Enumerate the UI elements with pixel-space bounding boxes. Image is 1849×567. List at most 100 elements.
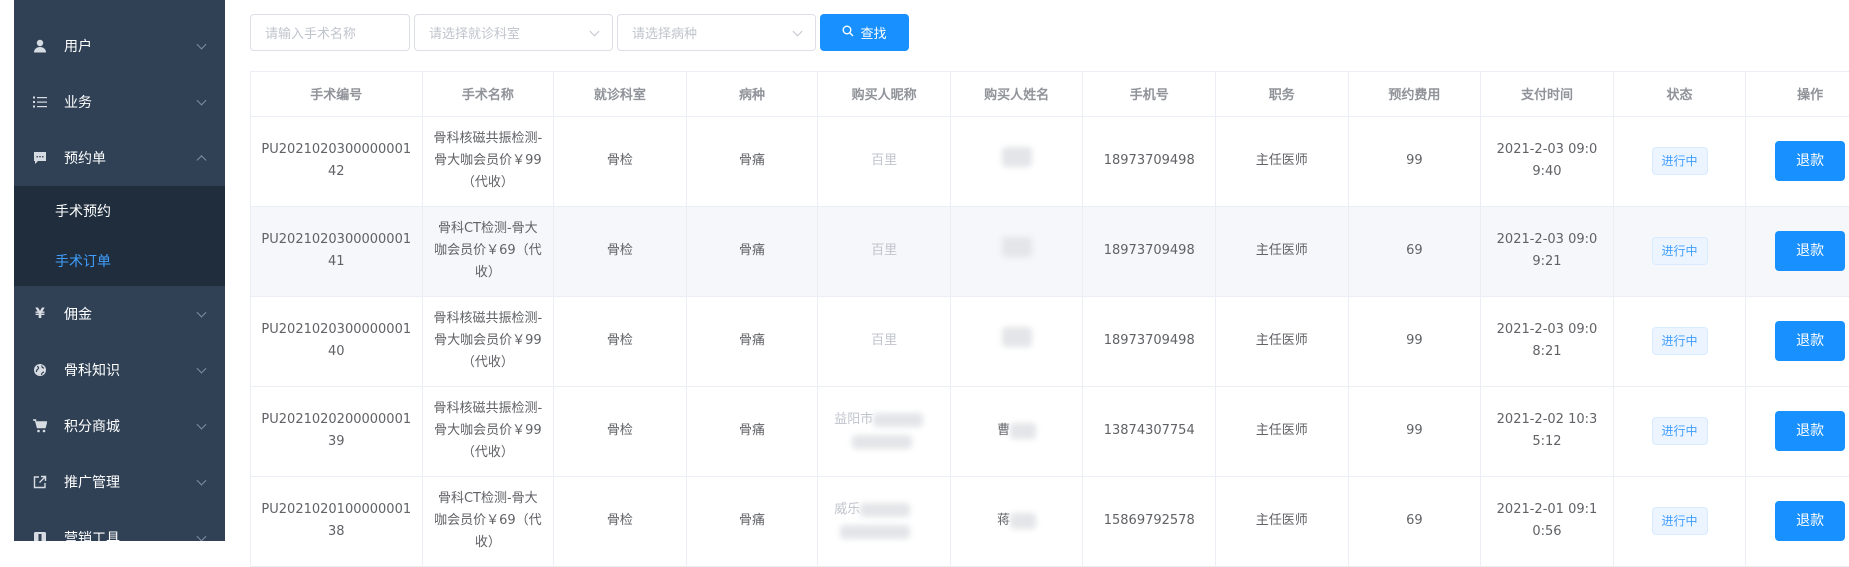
disease-cell: 骨痛	[686, 386, 819, 477]
column-header: 手术名称	[422, 72, 555, 117]
buyer-name-cell	[950, 116, 1084, 207]
main-content: 请输入手术名称 请选择就诊科室 请选择病种 查找 手术编号 手术名称 就诊科室 …	[225, 0, 1849, 567]
buyer-name-cell	[950, 206, 1084, 297]
table-header-row: 手术编号 手术名称 就诊科室 病种 购买人昵称 购买人姓名 手机号 职务 预约费…	[251, 72, 1849, 117]
buyer-name-cell: 蒋	[950, 476, 1084, 567]
department-cell: 骨检	[553, 116, 687, 207]
buyer-nickname-cell: 益阳市	[817, 386, 951, 477]
paid-time-cell: 2021-2-03 09:08:21	[1480, 296, 1614, 387]
surgery-name-input[interactable]: 请输入手术名称	[250, 14, 410, 51]
refund-button[interactable]: 退款	[1775, 411, 1846, 451]
surgery-name-cell: 骨科核磁共振检测-骨大咖会员价￥99（代收）	[422, 116, 555, 207]
phone-cell: 18973709498	[1082, 206, 1217, 297]
action-cell: 退款	[1745, 206, 1849, 297]
title-cell: 主任医师	[1215, 206, 1349, 297]
column-header: 操作	[1745, 72, 1849, 117]
redacted-nickname	[840, 524, 911, 539]
title-cell: 主任医师	[1215, 116, 1349, 207]
sidebar-item-knowledge[interactable]: 骨科知识	[14, 342, 225, 398]
appointments-submenu: 手术预约 手术订单	[14, 186, 225, 286]
external-link-icon	[32, 474, 48, 490]
sidebar-subitem-surgery-orders[interactable]: 手术订单	[14, 236, 225, 286]
buyer-name-cell: 曹	[950, 386, 1084, 477]
surgery-id-cell: PU202102020000000139	[251, 386, 423, 477]
sidebar-item-business[interactable]: 业务	[14, 74, 225, 130]
table-row: PU202102030000000140 骨科核磁共振检测-骨大咖会员价￥99（…	[251, 296, 1849, 387]
disease-cell: 骨痛	[686, 206, 819, 297]
table-row: PU202102010000000138 骨科CT检测-骨大咖会员价￥69（代收…	[251, 476, 1849, 567]
search-icon	[842, 25, 854, 41]
department-cell: 骨检	[553, 296, 687, 387]
buyer-name-cell	[950, 296, 1084, 387]
redacted-name	[1001, 237, 1032, 257]
surgery-id-cell: PU202102030000000140	[251, 296, 423, 387]
surgery-name-cell: 骨科核磁共振检测-骨大咖会员价￥99（代收）	[422, 386, 555, 477]
surgery-name-cell: 骨科核磁共振检测-骨大咖会员价￥99（代收）	[422, 296, 555, 387]
refund-button[interactable]: 退款	[1775, 501, 1846, 541]
buyer-nickname-cell: 百里	[817, 116, 951, 207]
title-cell: 主任医师	[1215, 386, 1349, 477]
sidebar-item-points-mall[interactable]: 积分商城	[14, 398, 225, 454]
phone-cell: 18973709498	[1082, 116, 1217, 207]
title-cell: 主任医师	[1215, 476, 1349, 567]
globe-icon	[32, 362, 48, 378]
sidebar-item-label: 积分商城	[64, 419, 120, 435]
orders-table: 手术编号 手术名称 就诊科室 病种 购买人昵称 购买人姓名 手机号 职务 预约费…	[250, 71, 1849, 567]
column-header: 购买人姓名	[950, 72, 1084, 117]
sidebar-item-label: 推广管理	[64, 475, 120, 491]
sidebar-item-users[interactable]: 用户	[14, 18, 225, 74]
status-cell: 进行中	[1613, 476, 1747, 567]
sidebar-subitem-surgery-booking[interactable]: 手术预约	[14, 186, 225, 236]
search-button-label: 查找	[860, 27, 887, 42]
user-icon	[32, 38, 48, 54]
chat-icon	[32, 150, 48, 166]
column-header: 就诊科室	[553, 72, 687, 117]
paid-time-cell: 2021-2-03 09:09:21	[1480, 206, 1614, 297]
fee-cell: 69	[1348, 206, 1482, 297]
action-cell: 退款	[1745, 296, 1849, 387]
buyer-nickname-cell: 百里	[817, 296, 951, 387]
sidebar-item-marketing-tools[interactable]: 营销工具	[14, 510, 225, 541]
redacted-name	[1010, 512, 1037, 529]
column-header: 职务	[1215, 72, 1349, 117]
cart-icon	[32, 418, 48, 434]
sidebar-item-promotion[interactable]: 推广管理	[14, 454, 225, 510]
redacted-nickname	[852, 434, 913, 449]
refund-button[interactable]: 退款	[1775, 141, 1846, 181]
nickname-text: 威乐	[834, 502, 861, 517]
status-badge: 进行中	[1651, 237, 1708, 265]
select-placeholder: 请选择病种	[632, 27, 698, 42]
disease-cell: 骨痛	[686, 296, 819, 387]
buyer-name-text: 蒋	[997, 513, 1011, 528]
disease-select[interactable]: 请选择病种	[617, 14, 816, 51]
department-cell: 骨检	[553, 206, 687, 297]
department-cell: 骨检	[553, 386, 687, 477]
refund-button[interactable]: 退款	[1775, 321, 1846, 361]
status-badge: 进行中	[1651, 417, 1708, 445]
fee-cell: 99	[1348, 296, 1482, 387]
sidebar-item-label: 骨科知识	[64, 363, 120, 379]
column-header: 手术编号	[251, 72, 423, 117]
department-select[interactable]: 请选择就诊科室	[414, 14, 613, 51]
phone-cell: 15869792578	[1082, 476, 1217, 567]
sidebar-item-label: 预约单	[64, 151, 106, 167]
status-badge: 进行中	[1651, 327, 1708, 355]
redacted-nickname	[873, 412, 924, 427]
surgery-name-cell: 骨科CT检测-骨大咖会员价￥69（代收）	[422, 206, 555, 297]
fee-cell: 99	[1348, 386, 1482, 477]
column-header: 手机号	[1082, 72, 1217, 117]
search-button[interactable]: 查找	[820, 14, 909, 51]
chevron-down-icon	[196, 307, 207, 318]
yen-icon: ¥	[35, 306, 45, 322]
status-badge: 进行中	[1651, 507, 1708, 535]
surgery-name-cell: 骨科CT检测-骨大咖会员价￥69（代收）	[422, 476, 555, 567]
sidebar-item-label: 业务	[64, 95, 92, 111]
chevron-down-icon	[196, 39, 207, 50]
column-header: 预约费用	[1348, 72, 1482, 117]
chevron-down-icon	[196, 95, 207, 106]
sidebar-item-commission[interactable]: ¥ 佣金	[14, 286, 225, 342]
page-edge	[0, 0, 14, 541]
sidebar-item-appointments[interactable]: 预约单	[14, 130, 225, 186]
status-badge: 进行中	[1651, 147, 1708, 175]
refund-button[interactable]: 退款	[1775, 231, 1846, 271]
